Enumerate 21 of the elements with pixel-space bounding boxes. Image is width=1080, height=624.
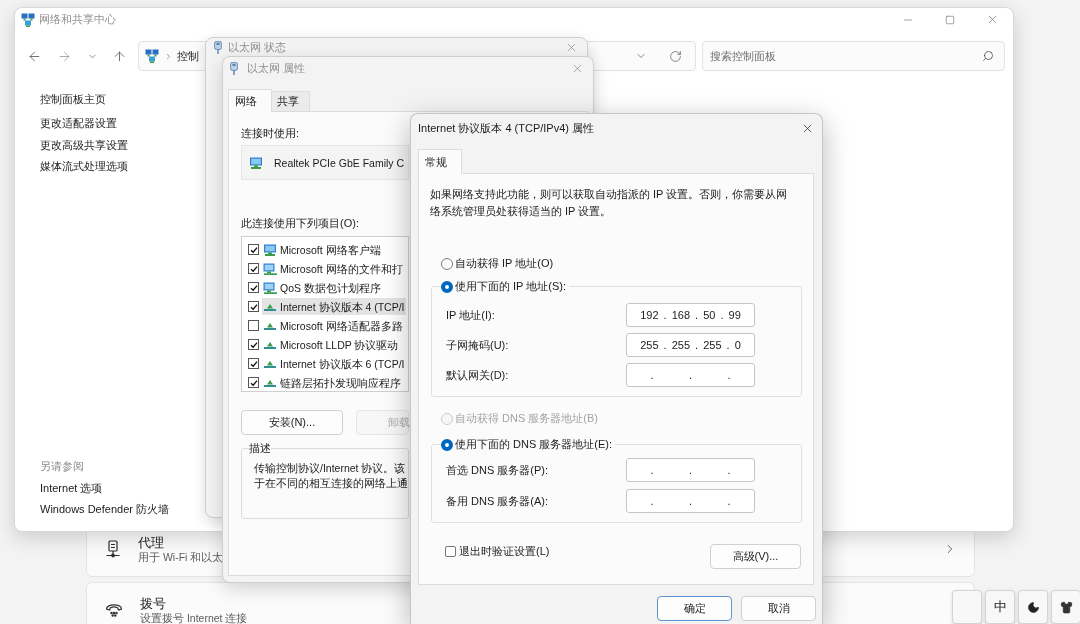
card-subtitle: 用于 Wi-Fi 和以太 — [138, 550, 224, 564]
field-label: 默认网关(D): — [445, 367, 510, 383]
intro-text: 如果网络支持此功能，则可以获取自动指派的 IP 设置。否则，你需要从网络系统管理员处获得适当的 IP 设置。 — [430, 187, 789, 219]
section-heading: 另请参阅 — [40, 459, 84, 474]
field-label: 首选 DNS 服务器(P): — [445, 462, 550, 478]
description-text: 传输控制协议/Internet 协议。该 — [254, 461, 406, 476]
section-label: 连接时使用: — [241, 126, 300, 141]
window-title: 以太网 状态 — [228, 40, 287, 54]
description-text: 于在不同的相互连接的网络上通 — [254, 476, 408, 491]
card-subtitle: 设置拨号 Internet 连接 — [140, 612, 248, 624]
window-title: 以太网 属性 — [247, 61, 306, 75]
field-label: IP 地址(I): — [445, 307, 496, 323]
section-label: 此连接使用下列项目(O): — [241, 216, 359, 231]
field-label: 备用 DNS 服务器(A): — [445, 493, 550, 509]
field-label: 子网掩码(U): — [445, 337, 510, 353]
window-title: Internet 协议版本 4 (TCP/IPv4) 属性 — [418, 121, 595, 135]
card-title: 拨号 — [140, 595, 167, 612]
card-title: 代理 — [138, 533, 165, 551]
window-title: 网络和共享中心 — [39, 13, 116, 26]
adapter-name: Realtek PCIe GbE Family C — [274, 155, 405, 170]
group-heading: 描述 — [249, 441, 271, 456]
